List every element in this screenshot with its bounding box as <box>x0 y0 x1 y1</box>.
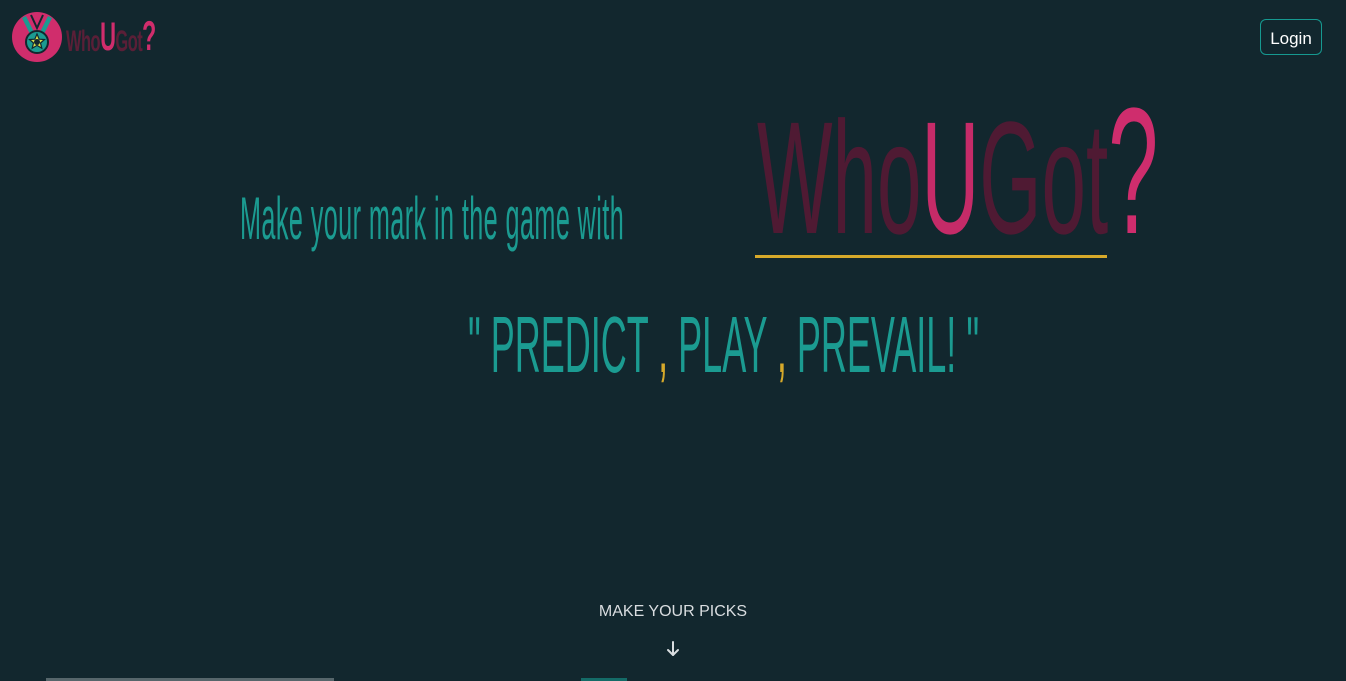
logo-who: Who <box>66 25 101 58</box>
slogan-word-play: PLAY <box>678 300 767 389</box>
hero-brand-wordmark: WhoUGot? <box>757 82 1158 262</box>
slogan-close-quote: " <box>966 300 980 389</box>
slogan-word-predict: PREDICT <box>490 300 649 389</box>
brand-logo[interactable]: Who U Got? <box>12 12 229 62</box>
arrow-down-icon[interactable] <box>665 640 681 658</box>
landing-page: Who U Got? Login Make your mark in the gam… <box>0 0 1346 681</box>
hero-brand-who: Who <box>757 88 922 267</box>
medal-star-icon <box>12 12 62 62</box>
slogan-separator-1: , <box>658 300 669 389</box>
hero-slogan-text: " PREDICT , PLAY , PREVAIL! " <box>468 305 979 385</box>
slogan-open-quote: " <box>468 300 481 389</box>
hero-brand-underline <box>755 255 1107 258</box>
logo-question: ? <box>142 12 156 59</box>
slogan-word-prevail: PREVAIL! <box>796 300 957 389</box>
hero-tagline: Make your mark in the game with <box>240 185 625 252</box>
hero-brand-got: Got <box>979 88 1109 267</box>
hero-brand: WhoUGot? <box>755 82 1158 262</box>
logo-wordmark: Who U Got? <box>66 12 156 59</box>
make-your-picks-label[interactable]: MAKE YOUR PICKS <box>0 603 1346 621</box>
logo-got: Got <box>115 25 143 58</box>
hero-brand-u: U <box>921 88 980 267</box>
login-button[interactable]: Login <box>1260 19 1322 55</box>
slogan-separator-2: , <box>776 300 787 389</box>
hero-slogan: " PREDICT , PLAY , PREVAIL! " <box>468 305 1346 395</box>
hero-brand-question: ? <box>1108 71 1159 272</box>
logo-u: U <box>100 15 116 59</box>
